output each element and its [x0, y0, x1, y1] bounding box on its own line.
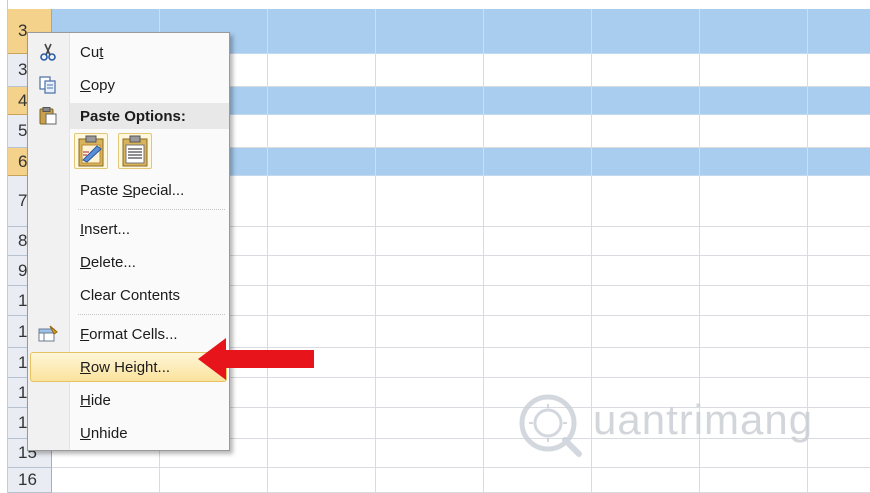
paste-formatting-icon: [78, 135, 104, 167]
copy-icon: [39, 76, 56, 94]
sheet-left-edge: [0, 0, 8, 493]
scissors-icon: [40, 43, 56, 61]
table-row[interactable]: [52, 468, 870, 493]
menu-item-label: Copy: [80, 76, 116, 94]
menu-separator: [78, 209, 225, 210]
paste-values-icon: [122, 135, 148, 167]
context-menu: Cut Copy Paste Options: Paste Special...…: [27, 32, 230, 451]
menu-item-hide[interactable]: Hide: [30, 385, 227, 415]
watermark-logo-icon: [519, 394, 582, 457]
menu-item-label: Unhide: [80, 424, 128, 442]
paste-options-header: Paste Options:: [30, 101, 227, 131]
row-header[interactable]: 16: [8, 468, 52, 493]
paste-values-button[interactable]: [118, 133, 152, 169]
menu-item-paste-special[interactable]: Paste Special...: [30, 175, 227, 205]
clipboard-icon: [39, 107, 57, 125]
menu-item-label: Cut: [80, 43, 104, 61]
menu-item-label: Hide: [80, 391, 111, 409]
menu-item-clear-contents[interactable]: Clear Contents: [30, 280, 227, 310]
menu-item-insert[interactable]: Insert...: [30, 214, 227, 244]
menu-item-cut[interactable]: Cut: [30, 37, 227, 67]
menu-item-label: Row Height...: [80, 358, 171, 376]
menu-item-label: Format Cells...: [80, 325, 178, 343]
watermark-text: uantrimang: [593, 396, 814, 443]
menu-item-label: Clear Contents: [80, 286, 181, 304]
paste-formatting-button[interactable]: [74, 133, 108, 169]
menu-item-label: Paste Options:: [80, 107, 186, 125]
watermark: uantrimang: [515, 390, 850, 460]
column-divider: [267, 9, 268, 493]
menu-item-copy[interactable]: Copy: [30, 70, 227, 100]
format-cells-icon: [38, 325, 58, 342]
menu-item-label: Delete...: [80, 253, 136, 271]
column-divider: [483, 9, 484, 493]
menu-item-delete[interactable]: Delete...: [30, 247, 227, 277]
red-arrow-annotation: [198, 338, 314, 380]
menu-separator: [78, 314, 225, 315]
menu-item-unhide[interactable]: Unhide: [30, 418, 227, 448]
menu-item-label: Paste Special...: [80, 181, 185, 199]
column-divider: [375, 9, 376, 493]
menu-item-label: Insert...: [80, 220, 131, 238]
